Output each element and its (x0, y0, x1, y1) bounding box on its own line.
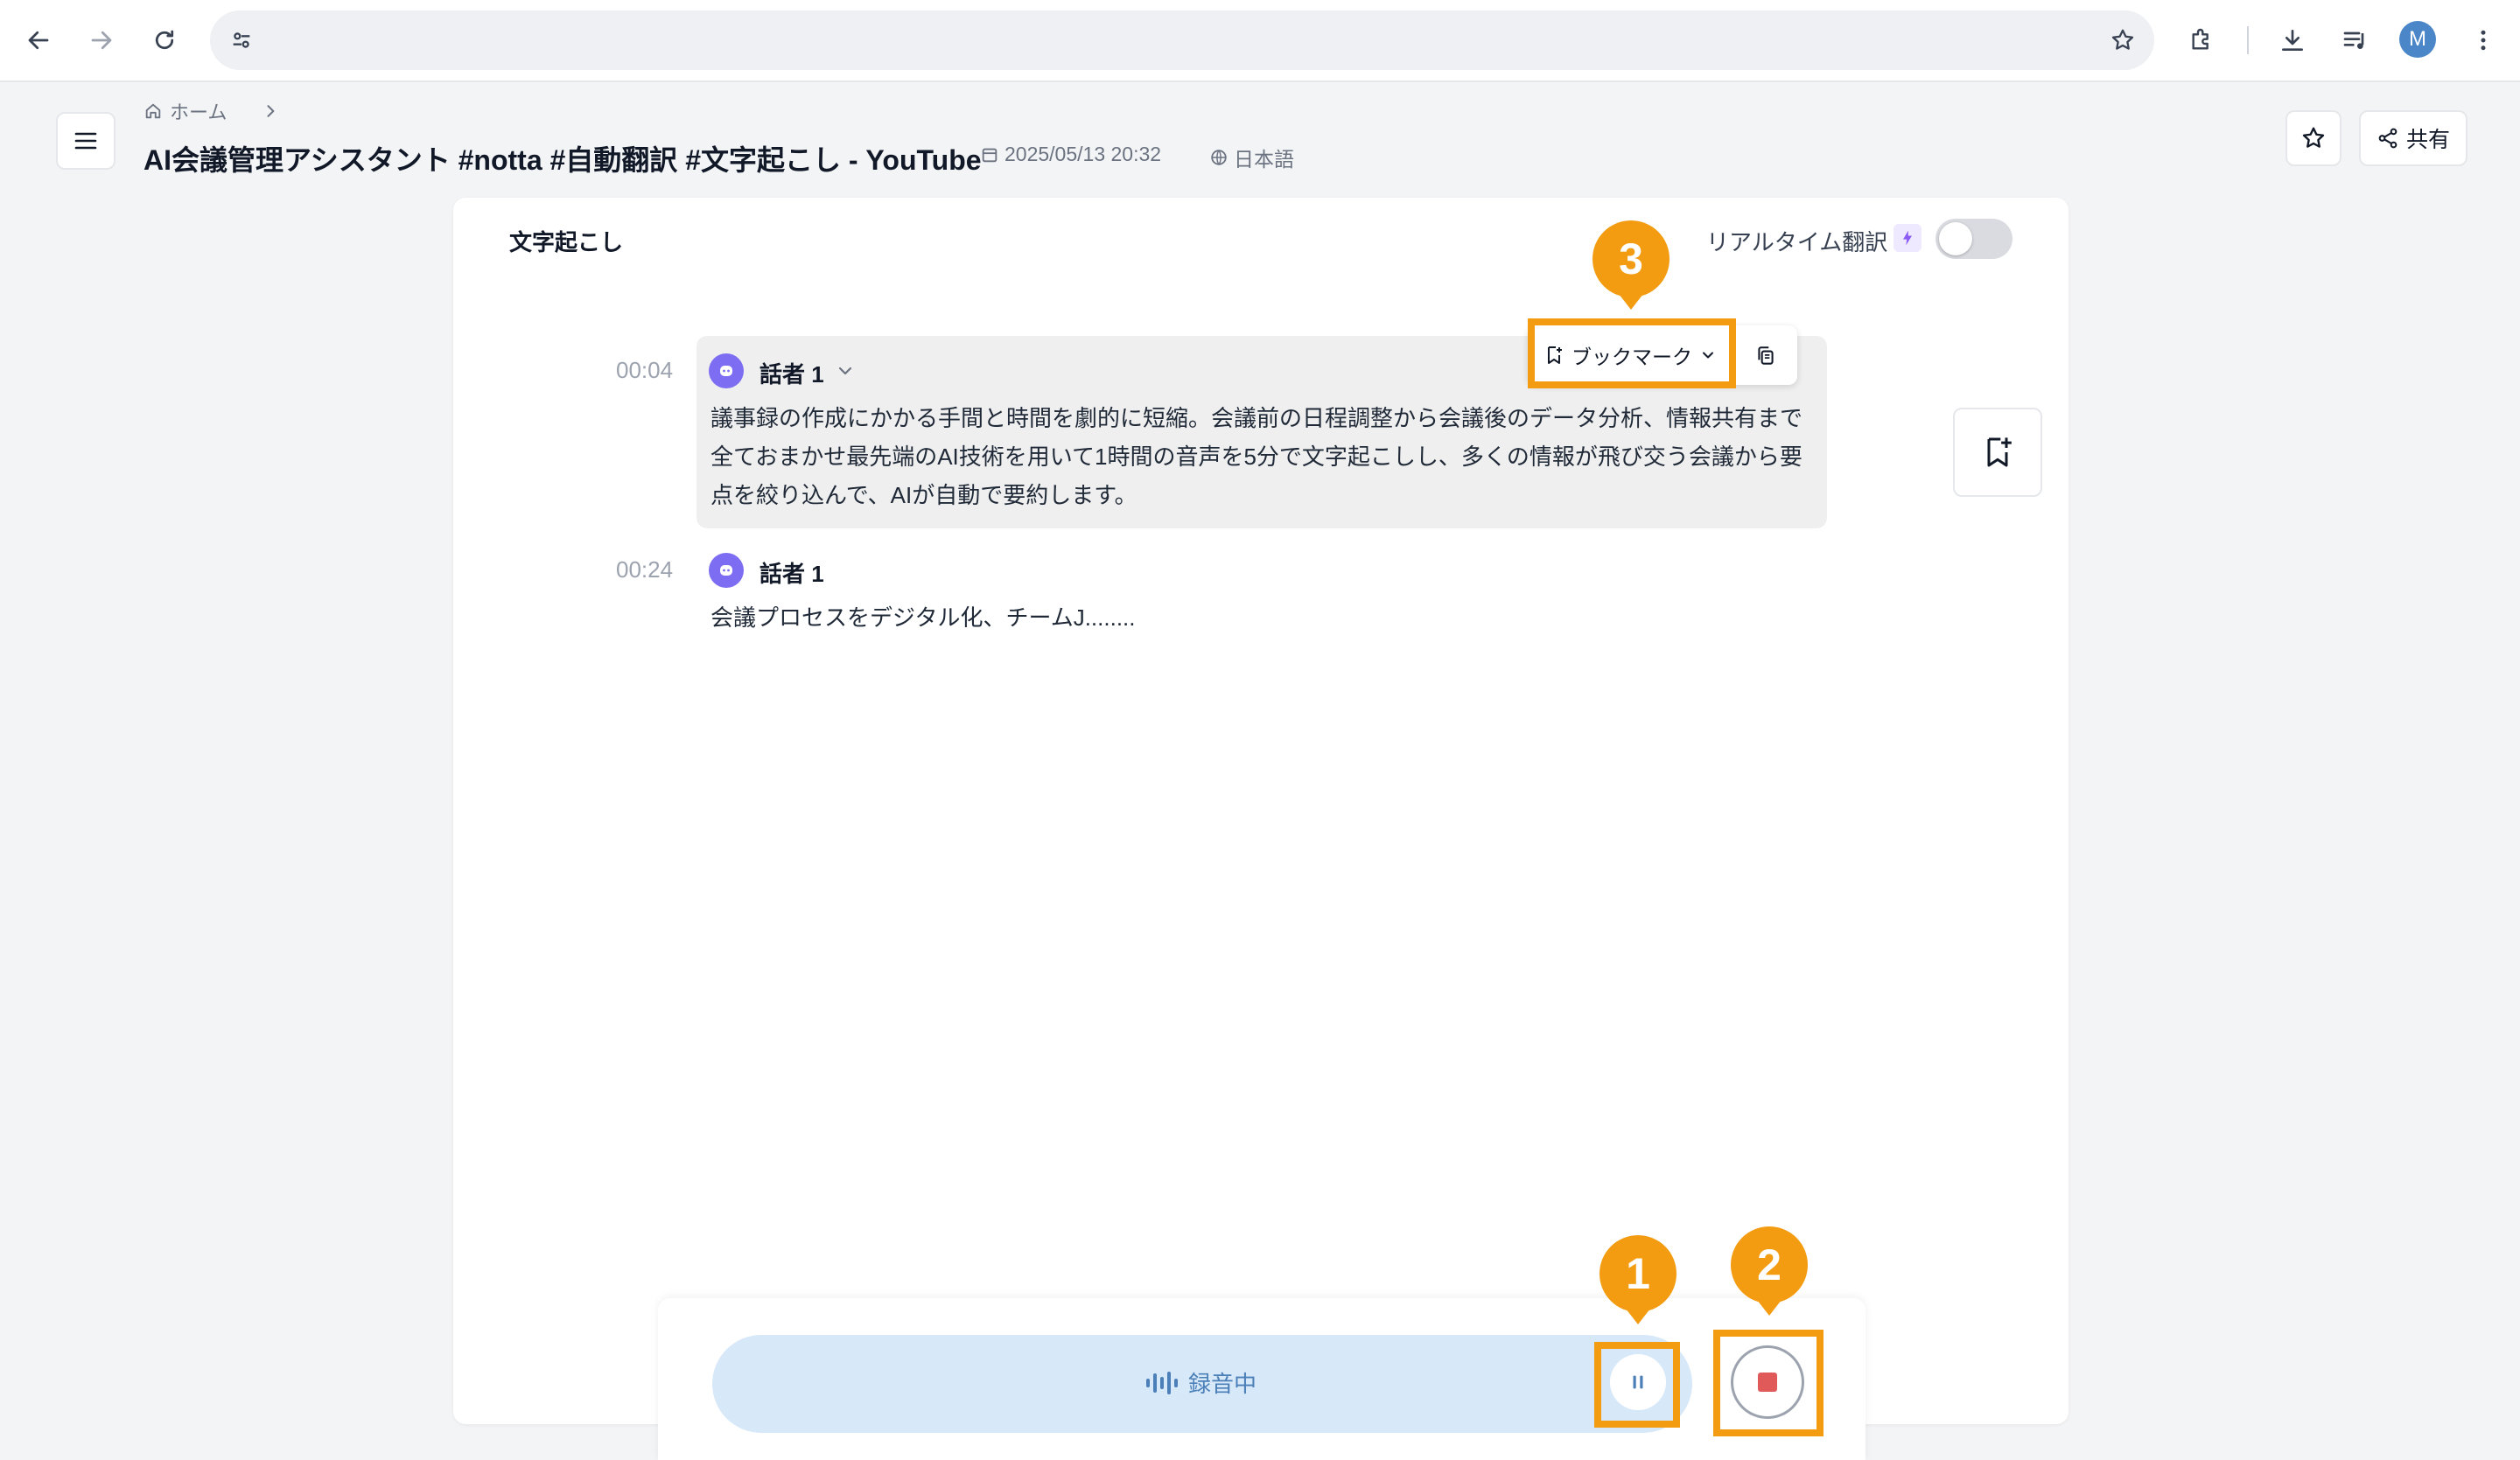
profile-avatar[interactable]: M (2399, 21, 2436, 58)
toolbar-divider (2247, 26, 2249, 54)
star-icon (2302, 127, 2325, 148)
hamburger-icon (74, 132, 97, 150)
utterance-line: 点を絞り込んで、AIが自動で要約します。 (710, 482, 1138, 508)
add-bookmark-button[interactable] (1953, 408, 2042, 497)
breadcrumb: ホーム (144, 98, 279, 124)
robot-avatar-icon (720, 366, 732, 376)
back-icon[interactable] (18, 19, 60, 61)
share-label: 共有 (2405, 128, 2450, 152)
callout-badge: 3 (1592, 220, 1670, 297)
puzzle-icon[interactable] (2180, 19, 2222, 61)
reload-icon[interactable] (144, 19, 186, 61)
home-icon (145, 103, 161, 119)
utterance-text: 会議プロセスをデジタル化、チームJ........ (710, 598, 1136, 637)
toggle-knob (1939, 222, 1972, 255)
tune-icon[interactable] (222, 21, 261, 59)
callout-badge: 2 (1731, 1226, 1808, 1303)
speaker-name[interactable]: 話者 1 (760, 357, 824, 389)
callout-tail (1757, 1300, 1782, 1316)
realtime-translation-toggle[interactable] (1936, 219, 2012, 259)
section-title: 文字起こし (509, 229, 624, 255)
language-text: 日本語 (1234, 148, 1294, 171)
playlist-icon[interactable] (2334, 19, 2376, 61)
highlight-bookmark-button (1528, 318, 1736, 388)
date-text: 2025/05/13 20:32 (1004, 143, 1162, 165)
speaker-name[interactable]: 話者 1 (760, 556, 824, 589)
utterance-text: 議事録の作成にかかる手間と時間を劇的に短縮。会議前の日程調整から会議後のデータ分… (710, 399, 1802, 514)
language-indicator: 日本語 (1209, 143, 1294, 172)
page-title: AI会議管理アシスタント #notta #自動翻訳 #文字起こし - YouTu… (144, 144, 982, 176)
sparkle-icon (1894, 224, 1922, 252)
chevron-down-icon[interactable] (835, 360, 856, 381)
breadcrumb-home[interactable]: ホーム (170, 97, 227, 125)
robot-avatar-icon (720, 565, 732, 576)
kebab-icon[interactable] (2462, 19, 2504, 61)
callout-tail (1626, 1309, 1650, 1324)
share-icon (2378, 128, 2398, 149)
forward-icon[interactable] (80, 19, 122, 61)
copy-button[interactable] (1745, 338, 1787, 374)
recording-status: 録音中 (1144, 1366, 1256, 1399)
download-icon[interactable] (2272, 19, 2314, 61)
speaker-avatar (709, 553, 744, 588)
favorite-button[interactable] (2286, 110, 2342, 166)
calendar-icon (982, 148, 998, 162)
address-bar[interactable] (210, 10, 2154, 70)
sound-wave-icon (1146, 1371, 1178, 1394)
entry-timestamp[interactable]: 00:24 (616, 556, 673, 583)
sidebar-menu-button[interactable] (56, 112, 116, 170)
share-button[interactable]: 共有 (2359, 110, 2468, 166)
highlight-stop-button (1713, 1330, 1824, 1436)
entry-timestamp[interactable]: 00:04 (616, 357, 673, 384)
bookmark-add-icon (1987, 437, 2012, 467)
highlight-pause-button (1594, 1342, 1680, 1428)
callout-tail (1619, 294, 1643, 310)
recording-status-label: 録音中 (1188, 1371, 1257, 1397)
callout-badge: 1 (1600, 1235, 1676, 1312)
utterance-line: 全ておまかせ最先端のAI技術を用いて1時間の音声を5分で文字起こしし、多くの情報… (710, 444, 1802, 470)
globe-icon (1211, 150, 1227, 165)
browser-toolbar: M (0, 0, 2520, 82)
recording-date: 2025/05/13 20:32 (980, 143, 1161, 166)
utterance-line: 会議プロセスをデジタル化、チームJ........ (710, 604, 1136, 631)
speaker-avatar (709, 353, 744, 388)
copy-icon (1758, 346, 1774, 365)
realtime-translation-label: リアルタイム翻訳 (1706, 229, 1888, 255)
utterance-line: 議事録の作成にかかる手間と時間を劇的に短縮。会議前の日程調整から会議後のデータ分… (710, 405, 1803, 431)
star-outline-icon[interactable] (2104, 21, 2142, 59)
chevron-right-icon (267, 105, 275, 117)
